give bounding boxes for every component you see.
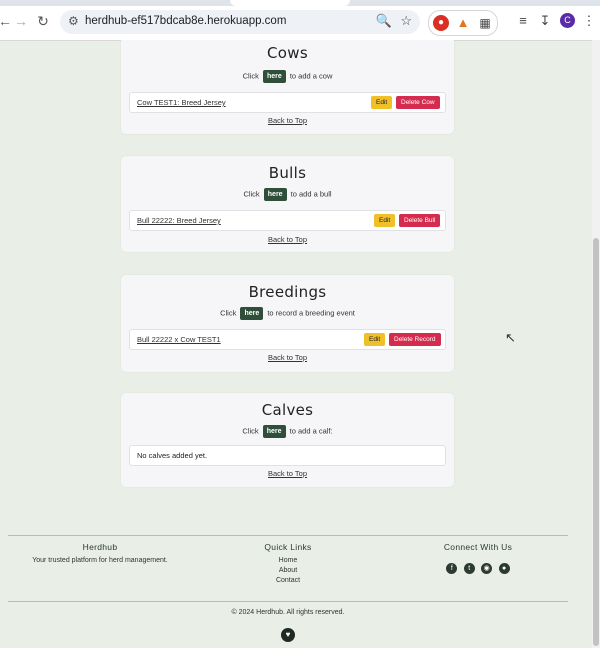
profile-avatar[interactable]: C (560, 13, 575, 28)
breedings-back-to-top[interactable]: Back to Top (121, 353, 454, 362)
add-cow-button[interactable]: here (262, 70, 286, 83)
zoom-icon[interactable]: 🔍 (376, 13, 392, 29)
edit-cow-button[interactable]: Edit (371, 96, 393, 109)
quick-links-title: Quick Links (264, 542, 312, 552)
delete-bull-button[interactable]: Delete Bull (399, 214, 441, 227)
no-calves-message: No calves added yet. (137, 451, 208, 460)
footer-link-about[interactable]: About (238, 566, 338, 576)
bookmark-star-icon[interactable]: ☆ (400, 13, 412, 29)
edit-breeding-button[interactable]: Edit (364, 333, 386, 346)
metamask-extension-icon[interactable]: ▲ (455, 15, 471, 31)
cow-link[interactable]: Cow TEST1: Breed Jersey (137, 98, 226, 107)
cows-card: Cows Click here to add a cow Cow TEST1: … (121, 40, 454, 134)
forward-arrow-icon[interactable]: → (12, 12, 30, 30)
calves-card: Calves Click here to add a calf: No calv… (121, 393, 454, 487)
add-bull-button[interactable]: here (263, 188, 287, 201)
site-info-icon[interactable]: ⚙ (68, 14, 79, 28)
address-bar[interactable]: ⚙ herdhub-ef517bdcab8e.herokuapp.com 🔍 ☆ (60, 10, 420, 34)
footer-divider-top (8, 535, 568, 536)
copyright-text: © 2024 Herdhub. All rights reserved. (231, 609, 345, 616)
adblock-extension-icon[interactable]: ● (433, 15, 449, 31)
calves-empty-row: No calves added yet. (129, 445, 446, 466)
extensions-puzzle-icon[interactable]: ▦ (477, 15, 493, 31)
footer-brand-title: Herdhub (82, 542, 118, 552)
menu-kebab-icon[interactable]: ⋮ (580, 12, 598, 30)
connect-title: Connect With Us (443, 542, 513, 552)
page-viewport: Cows Click here to add a cow Cow TEST1: … (0, 40, 592, 648)
cows-heading: Cows (267, 44, 308, 62)
active-tab[interactable] (230, 0, 350, 6)
bulls-add-line: Click here to add a bull (121, 188, 454, 201)
edit-bull-button[interactable]: Edit (374, 214, 396, 227)
delete-breeding-button[interactable]: Delete Record (389, 333, 441, 346)
breeding-link[interactable]: Bull 22222 x Cow TEST1 (137, 335, 221, 344)
footer-brand: Herdhub Your trusted platform for herd m… (10, 542, 190, 564)
add-breeding-button[interactable]: here (240, 307, 264, 320)
page-scrollbar[interactable] (592, 40, 600, 648)
cow-row: Cow TEST1: Breed Jersey Edit Delete Cow (129, 92, 446, 113)
bull-link[interactable]: Bull 22222: Breed Jersey (137, 216, 221, 225)
cows-back-to-top[interactable]: Back to Top (121, 116, 454, 125)
instagram-icon[interactable]: ◉ (481, 563, 493, 574)
bulls-card: Bulls Click here to add a bull Bull 2222… (121, 156, 454, 252)
tab-strip (0, 0, 600, 6)
bulls-heading: Bulls (268, 164, 307, 182)
add-calf-button[interactable]: here (262, 425, 286, 438)
footer-quick-links: Quick Links Home About Contact (238, 542, 338, 586)
breedings-add-line: Click here to record a breeding event (121, 307, 454, 320)
reading-list-icon[interactable]: ≡ (514, 12, 532, 30)
bulls-back-to-top[interactable]: Back to Top (121, 235, 454, 244)
bull-row: Bull 22222: Breed Jersey Edit Delete Bul… (129, 210, 446, 231)
github-icon[interactable]: ● (498, 563, 510, 574)
facebook-icon[interactable]: f (446, 563, 458, 574)
cows-add-line: Click here to add a cow (121, 70, 454, 83)
breedings-card: Breedings Click here to record a breedin… (121, 275, 454, 372)
browser-toolbar: ← → ↻ ⚙ herdhub-ef517bdcab8e.herokuapp.c… (0, 0, 600, 41)
reload-icon[interactable]: ↻ (34, 12, 52, 30)
footer-connect: Connect With Us f t ◉ ● (428, 542, 528, 575)
breedings-heading: Breedings (248, 283, 327, 301)
footer-link-home[interactable]: Home (238, 556, 338, 566)
footer-link-contact[interactable]: Contact (238, 576, 338, 586)
footer-divider-bottom (8, 601, 568, 602)
herdhub-logo-icon: ♥ (281, 628, 295, 642)
twitter-icon[interactable]: t (463, 563, 475, 574)
calves-back-to-top[interactable]: Back to Top (121, 469, 454, 478)
calves-add-line: Click here to add a calf: (121, 425, 454, 438)
mouse-cursor-icon: ↖ (505, 330, 516, 345)
calves-heading: Calves (261, 401, 314, 419)
breeding-row: Bull 22222 x Cow TEST1 Edit Delete Recor… (129, 329, 446, 350)
download-icon[interactable]: ↧ (536, 12, 554, 30)
extensions-group: ● ▲ ▦ (428, 10, 498, 36)
delete-cow-button[interactable]: Delete Cow (396, 96, 440, 109)
address-url[interactable]: herdhub-ef517bdcab8e.herokuapp.com (85, 15, 286, 27)
footer-tagline: Your trusted platform for herd managemen… (32, 557, 168, 564)
scrollbar-thumb[interactable] (593, 238, 599, 646)
